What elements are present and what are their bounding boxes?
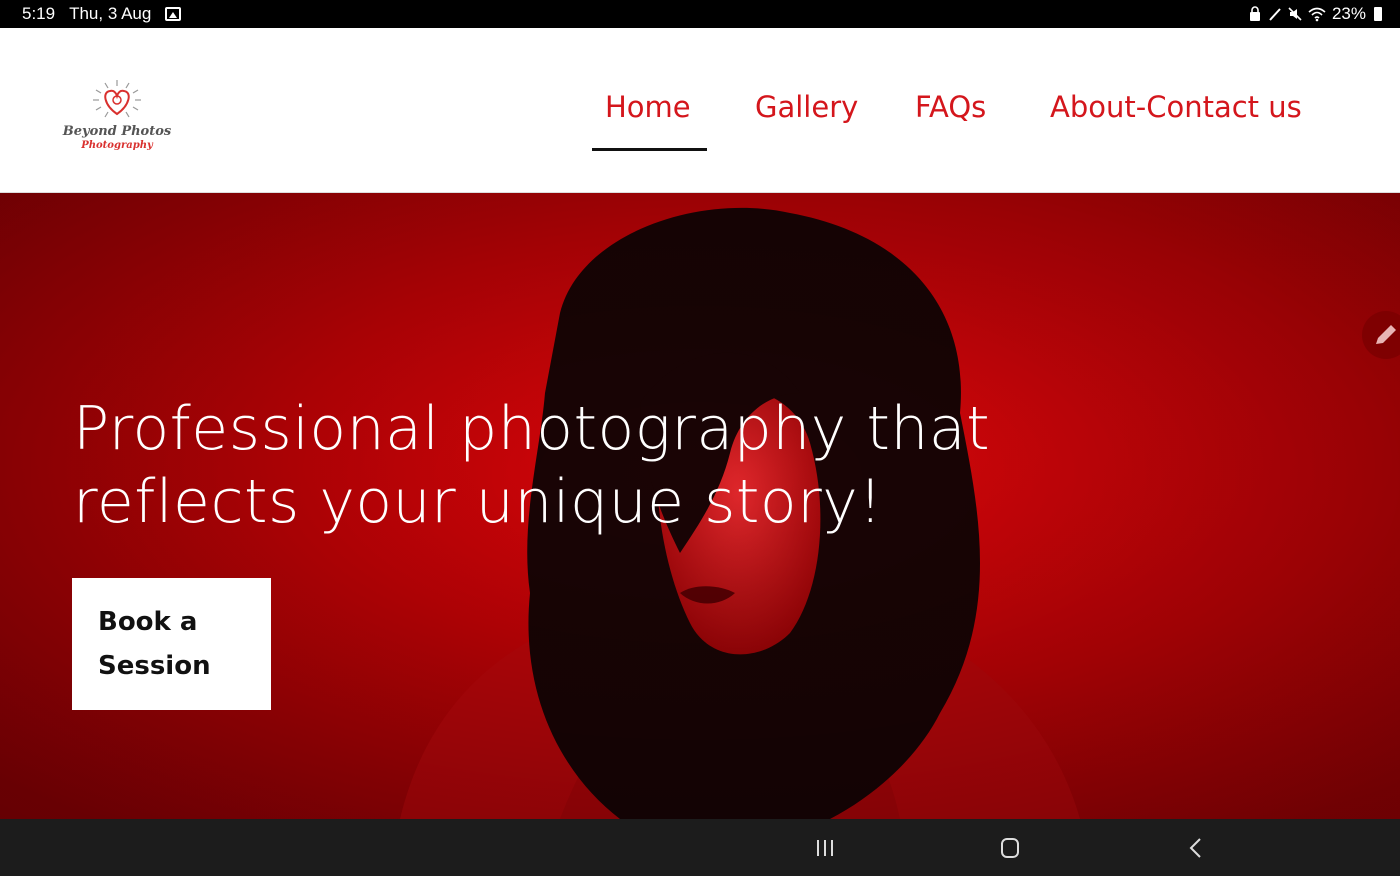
battery-icon [1374, 7, 1382, 21]
back-icon[interactable] [1183, 837, 1209, 859]
gallery-icon [165, 7, 182, 21]
hero-title: Professional photography that reflects y… [73, 393, 1033, 539]
lock-icon [1249, 6, 1260, 21]
status-date: Thu, 3 Aug [69, 4, 152, 23]
mute-icon [1288, 7, 1302, 21]
hero-title-line1: Professional photography that [73, 394, 991, 464]
hero-section: Professional photography that reflects y… [0, 193, 1400, 819]
nav-home[interactable]: Home [605, 90, 691, 124]
book-session-label-1: Book a [98, 607, 198, 637]
home-icon[interactable] [997, 837, 1023, 859]
nav-gallery[interactable]: Gallery [755, 90, 858, 124]
edit-fab[interactable] [1362, 311, 1400, 359]
pen-icon [1269, 8, 1281, 21]
main-nav: Home Gallery FAQs About-Contact us [0, 90, 1400, 150]
status-bar: 5:19 Thu, 3 Aug 23% [0, 0, 1400, 28]
pencil-icon [1376, 325, 1396, 344]
recent-apps-icon[interactable] [812, 837, 838, 859]
book-session-button[interactable]: Book a Session [72, 578, 271, 710]
status-time: 5:19 [22, 4, 56, 23]
hero-title-line2: reflects your unique story! [73, 467, 883, 537]
nav-active-indicator [592, 148, 707, 151]
wifi-icon [1308, 7, 1326, 22]
nav-about-contact[interactable]: About-Contact us [1050, 90, 1302, 124]
site-header: Beyond Photos Photography Home Gallery F… [0, 28, 1400, 193]
system-nav-bar [0, 819, 1400, 876]
battery-percent: 23% [1331, 4, 1366, 23]
nav-faqs[interactable]: FAQs [915, 90, 986, 124]
book-session-label-2: Session [98, 651, 211, 681]
